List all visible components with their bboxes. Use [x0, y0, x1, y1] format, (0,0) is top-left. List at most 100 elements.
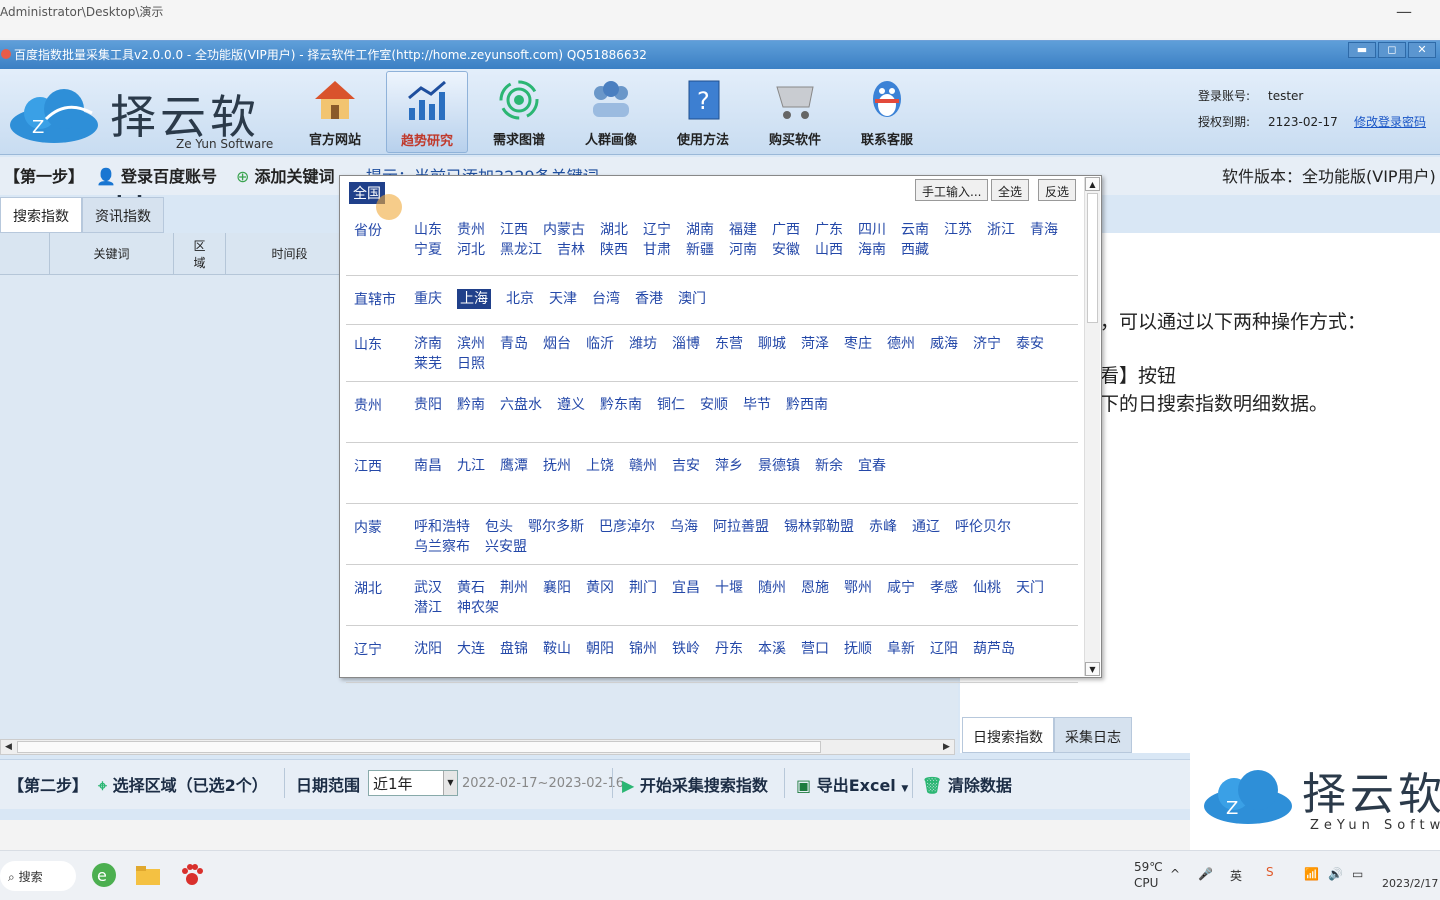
tab-news-index[interactable]: 资讯指数: [82, 197, 164, 233]
select-all-button[interactable]: 全选: [991, 179, 1030, 201]
region-city-option[interactable]: 恩施: [801, 578, 829, 598]
region-city-option[interactable]: 烟台: [543, 334, 571, 354]
volume-icon[interactable]: 🔊: [1328, 867, 1343, 881]
region-group-label[interactable]: 山东: [354, 334, 382, 354]
region-city-option[interactable]: 景德镇: [758, 456, 800, 476]
region-city-option[interactable]: 滨州: [457, 334, 485, 354]
region-city-option[interactable]: 赣州: [629, 456, 657, 476]
scroll-down-icon[interactable]: ▼: [1085, 662, 1100, 676]
region-city-option[interactable]: 贵阳: [414, 395, 442, 415]
region-city-option[interactable]: 东营: [715, 334, 743, 354]
region-city-option[interactable]: 鄂州: [844, 578, 872, 598]
region-city-option[interactable]: 黔东南: [600, 395, 642, 415]
region-city-option[interactable]: 安徽: [772, 240, 800, 260]
region-city-option[interactable]: 湖北: [600, 220, 628, 240]
region-city-option[interactable]: 吉林: [557, 240, 585, 260]
region-city-option[interactable]: 黔南: [457, 395, 485, 415]
region-city-option[interactable]: 德州: [887, 334, 915, 354]
nav-demand-graph[interactable]: 需求图谱: [478, 71, 560, 153]
region-city-option[interactable]: 鄂尔多斯: [528, 517, 584, 537]
region-city-option[interactable]: 甘肃: [643, 240, 671, 260]
region-city-option[interactable]: 铜仁: [657, 395, 685, 415]
region-city-option[interactable]: 山西: [815, 240, 843, 260]
region-city-option[interactable]: 兴安盟: [485, 537, 527, 557]
region-city-option[interactable]: 香港: [635, 289, 663, 309]
nav-usage[interactable]: ? 使用方法: [662, 71, 744, 153]
region-city-option[interactable]: 阜新: [887, 639, 915, 659]
region-city-option[interactable]: 新余: [815, 456, 843, 476]
grid-header-check[interactable]: [0, 233, 50, 274]
tab-daily-search-index[interactable]: 日搜索指数: [962, 717, 1054, 753]
wifi-icon[interactable]: 📶: [1304, 867, 1319, 881]
region-city-option[interactable]: 江西: [500, 220, 528, 240]
region-city-option[interactable]: 青海: [1030, 220, 1058, 240]
minimize-icon[interactable]: —: [1396, 2, 1412, 21]
region-city-option[interactable]: 西藏: [901, 240, 929, 260]
region-city-option[interactable]: 湖南: [686, 220, 714, 240]
change-password-link[interactable]: 修改登录密码: [1354, 109, 1426, 135]
region-city-option[interactable]: 威海: [930, 334, 958, 354]
region-city-option[interactable]: 抚顺: [844, 639, 872, 659]
region-city-option[interactable]: 宁夏: [414, 240, 442, 260]
region-city-option[interactable]: 澳门: [678, 289, 706, 309]
maximize-button[interactable]: ◻: [1378, 42, 1406, 58]
region-city-option[interactable]: 广东: [815, 220, 843, 240]
region-city-option[interactable]: 枣庄: [844, 334, 872, 354]
region-group-label[interactable]: 湖北: [354, 578, 382, 598]
minimize-button[interactable]: ▬: [1348, 42, 1376, 58]
select-region-button[interactable]: ⌖ 选择区域（已选2个）: [98, 772, 268, 796]
region-city-option[interactable]: 菏泽: [801, 334, 829, 354]
region-city-option[interactable]: 赤峰: [869, 517, 897, 537]
browser-app-icon[interactable]: e: [90, 861, 118, 889]
region-city-option[interactable]: 朝阳: [586, 639, 614, 659]
scroll-left-icon[interactable]: ◀: [1, 740, 16, 754]
region-city-option[interactable]: 聊城: [758, 334, 786, 354]
region-city-option[interactable]: 宜春: [858, 456, 886, 476]
region-group-label[interactable]: 江西: [354, 456, 382, 476]
region-city-option[interactable]: 泰安: [1016, 334, 1044, 354]
close-button[interactable]: ✕: [1408, 42, 1436, 58]
region-city-option[interactable]: 呼伦贝尔: [955, 517, 1011, 537]
region-city-option[interactable]: 乌海: [670, 517, 698, 537]
region-city-option[interactable]: 福建: [729, 220, 757, 240]
region-city-option[interactable]: 河北: [457, 240, 485, 260]
region-city-option[interactable]: 潜江: [414, 598, 442, 618]
region-city-option[interactable]: 十堰: [715, 578, 743, 598]
region-city-option[interactable]: 九江: [457, 456, 485, 476]
region-city-option[interactable]: 丹东: [715, 639, 743, 659]
start-collect-button[interactable]: ▶ 开始采集搜索指数: [622, 772, 768, 796]
region-city-option[interactable]: 巴彦淖尔: [599, 517, 655, 537]
region-city-option[interactable]: 海南: [858, 240, 886, 260]
region-city-option[interactable]: 鹰潭: [500, 456, 528, 476]
region-city-option[interactable]: 内蒙古: [543, 220, 585, 240]
region-city-option[interactable]: 荆门: [629, 578, 657, 598]
region-group-label[interactable]: 内蒙: [354, 517, 382, 537]
chevron-up-icon[interactable]: ^: [1170, 867, 1180, 881]
invert-selection-button[interactable]: 反选: [1038, 179, 1077, 201]
tab-search-index[interactable]: 搜索指数: [0, 197, 82, 233]
region-city-option[interactable]: 大连: [457, 639, 485, 659]
grid-header-region[interactable]: 区 域: [174, 233, 226, 274]
scroll-up-icon[interactable]: ▲: [1085, 177, 1100, 191]
app-tray-icon[interactable]: S: [1266, 865, 1274, 879]
region-city-option[interactable]: 呼和浩特: [414, 517, 470, 537]
grid-header-period[interactable]: 时间段: [226, 233, 354, 274]
region-city-option[interactable]: 本溪: [758, 639, 786, 659]
region-city-option[interactable]: 四川: [858, 220, 886, 240]
chevron-down-icon[interactable]: ▼: [901, 784, 908, 794]
region-city-option[interactable]: 阿拉善盟: [713, 517, 769, 537]
region-city-option[interactable]: 广西: [772, 220, 800, 240]
nav-contact[interactable]: 联系客服: [846, 71, 928, 153]
region-city-option[interactable]: 黑龙江: [500, 240, 542, 260]
region-city-option[interactable]: 上饶: [586, 456, 614, 476]
region-city-option[interactable]: 黄冈: [586, 578, 614, 598]
region-city-option[interactable]: 临沂: [586, 334, 614, 354]
region-city-option[interactable]: 济宁: [973, 334, 1001, 354]
region-city-option[interactable]: 葫芦岛: [973, 639, 1015, 659]
battery-icon[interactable]: ▭: [1352, 867, 1363, 881]
region-city-option[interactable]: 武汉: [414, 578, 442, 598]
region-city-option[interactable]: 宜昌: [672, 578, 700, 598]
region-city-option[interactable]: 重庆: [414, 289, 442, 309]
region-city-option[interactable]: 南昌: [414, 456, 442, 476]
region-city-option[interactable]: 青岛: [500, 334, 528, 354]
